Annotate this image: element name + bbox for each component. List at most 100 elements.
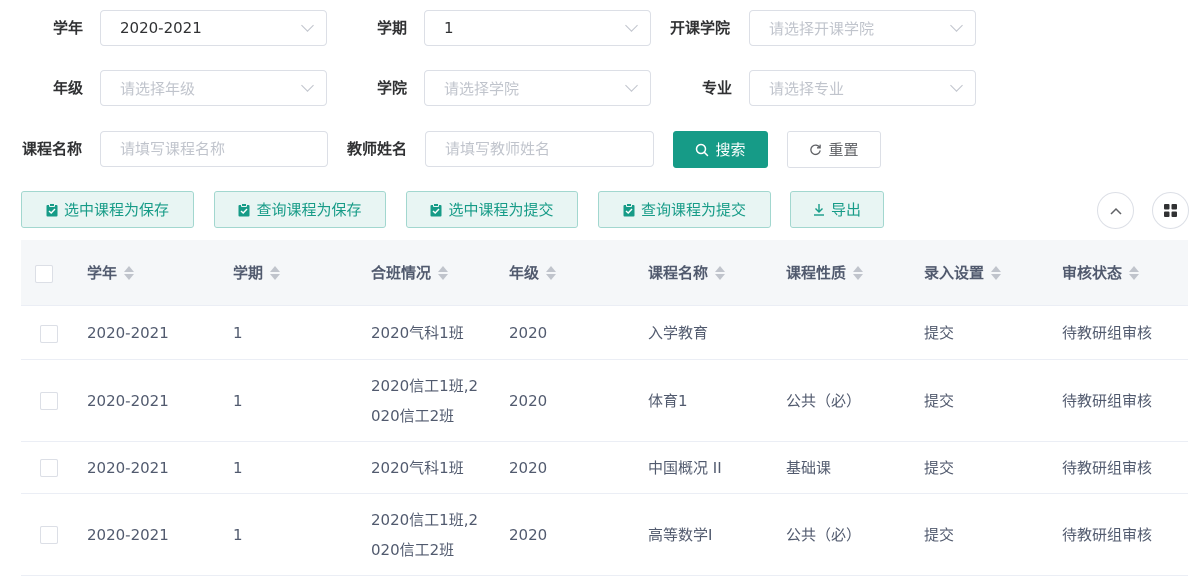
sort-icon[interactable] (1129, 265, 1140, 280)
grade-select[interactable]: 请选择年级 (100, 70, 327, 106)
college-open-label: 开课学院 (670, 19, 731, 37)
major-select[interactable]: 请选择专业 (749, 70, 976, 106)
year-label: 学年 (53, 19, 84, 37)
cell-term: 1 (233, 526, 243, 544)
chevron-down-icon (301, 79, 314, 92)
cell-classes: 2020信工1班,2 (371, 511, 479, 529)
cell-year: 2020-2021 (87, 324, 169, 342)
cell-grade: 2020 (509, 459, 548, 477)
sort-icon[interactable] (853, 265, 864, 280)
cell-course: 高等数学I (648, 526, 713, 544)
college-placeholder: 请选择学院 (444, 79, 520, 98)
cell-year: 2020-2021 (87, 459, 169, 477)
download-icon (813, 204, 824, 216)
teacher-name-input[interactable] (425, 131, 654, 167)
course-name-input[interactable] (100, 131, 328, 167)
college-open-placeholder: 请选择开课学院 (769, 19, 875, 38)
sort-icon[interactable] (991, 265, 1002, 280)
cell-classes: 2020气科1班 (371, 459, 464, 477)
course-table: 学年 学期 合班情况 年级 课程名称 课程性质 录入设置 审核状态 2020-2… (21, 240, 1188, 576)
cell-grade: 2020 (509, 526, 548, 544)
column-header-term[interactable]: 学期 (233, 262, 281, 283)
sort-icon[interactable] (546, 265, 557, 280)
teacher-name-label: 教师姓名 (347, 140, 408, 158)
chevron-down-icon (625, 79, 638, 92)
sort-icon[interactable] (715, 265, 726, 280)
cell-nature: 公共（必） (786, 392, 862, 410)
sort-icon[interactable] (270, 265, 281, 280)
submit-selected-button[interactable]: 选中课程为提交 (406, 191, 578, 228)
column-settings-button[interactable] (1152, 192, 1189, 229)
year-select[interactable]: 2020-2021 (100, 10, 327, 46)
cell-grade: 2020 (509, 324, 548, 342)
cell-term: 1 (233, 459, 243, 477)
cell-status: 待教研组审核 (1062, 526, 1153, 544)
cell-status: 待教研组审核 (1062, 324, 1153, 342)
submit-query-label: 查询课程为提交 (640, 201, 746, 219)
column-header-course[interactable]: 课程名称 (648, 262, 726, 283)
row-checkbox[interactable] (40, 392, 58, 410)
export-button[interactable]: 导出 (790, 191, 884, 228)
clipboard-check-icon (430, 202, 442, 216)
cell-year: 2020-2021 (87, 392, 169, 410)
table-row[interactable]: 2020-2021 1 2020气科1班 2020 入学教育 提交 待教研组审核 (21, 306, 1188, 360)
sort-icon[interactable] (124, 265, 135, 280)
term-select[interactable]: 1 (424, 10, 651, 46)
cell-course: 体育1 (648, 392, 688, 410)
cell-entry: 提交 (924, 526, 955, 544)
save-query-button[interactable]: 查询课程为保存 (214, 191, 386, 228)
submit-query-button[interactable]: 查询课程为提交 (598, 191, 771, 228)
export-label: 导出 (830, 201, 861, 219)
column-header-year[interactable]: 学年 (87, 262, 135, 283)
save-query-label: 查询课程为保存 (256, 201, 362, 219)
column-header-classes[interactable]: 合班情况 (371, 262, 449, 283)
cell-classes-cont: 020信工2班 (371, 407, 455, 425)
cell-entry: 提交 (924, 459, 955, 477)
search-button[interactable]: 搜索 (673, 131, 768, 168)
cell-year: 2020-2021 (87, 526, 169, 544)
cell-course: 中国概况 II (648, 459, 722, 477)
column-header-nature[interactable]: 课程性质 (786, 262, 864, 283)
grade-placeholder: 请选择年级 (120, 79, 196, 98)
college-select[interactable]: 请选择学院 (424, 70, 651, 106)
cell-term: 1 (233, 392, 243, 410)
search-icon (696, 143, 709, 156)
table-header: 学年 学期 合班情况 年级 课程名称 课程性质 录入设置 审核状态 (21, 240, 1188, 306)
table-row[interactable]: 2020-2021 1 2020信工1班,2 020信工2班 2020 高等数学… (21, 494, 1188, 576)
table-row[interactable]: 2020-2021 1 2020气科1班 2020 中国概况 II 基础课 提交… (21, 442, 1188, 494)
reset-button[interactable]: 重置 (787, 131, 881, 168)
search-button-label: 搜索 (715, 141, 746, 159)
course-name-label: 课程名称 (22, 140, 83, 158)
reset-button-label: 重置 (828, 141, 859, 159)
term-select-value: 1 (444, 19, 454, 37)
chevron-down-icon (301, 19, 314, 32)
college-label: 学院 (377, 79, 408, 97)
cell-course: 入学教育 (648, 324, 709, 342)
column-header-status[interactable]: 审核状态 (1062, 262, 1140, 283)
cell-nature: 基础课 (786, 459, 832, 477)
cell-classes-cont: 020信工2班 (371, 541, 455, 559)
cell-classes: 2020信工1班,2 (371, 377, 479, 395)
table-row[interactable]: 2020-2021 1 2020信工1班,2 020信工2班 2020 体育1 … (21, 360, 1188, 442)
row-checkbox[interactable] (40, 325, 58, 343)
cell-nature: 公共（必） (786, 526, 862, 544)
major-label: 专业 (702, 79, 733, 97)
collapse-button[interactable] (1097, 192, 1134, 229)
save-selected-button[interactable]: 选中课程为保存 (21, 191, 194, 228)
cell-status: 待教研组审核 (1062, 392, 1153, 410)
row-checkbox[interactable] (40, 526, 58, 544)
column-header-entry[interactable]: 录入设置 (924, 262, 1002, 283)
year-select-value: 2020-2021 (120, 19, 202, 37)
major-placeholder: 请选择专业 (769, 79, 845, 98)
college-open-select[interactable]: 请选择开课学院 (749, 10, 976, 46)
cell-term: 1 (233, 324, 243, 342)
row-checkbox[interactable] (40, 459, 58, 477)
sort-icon[interactable] (438, 265, 449, 280)
clipboard-check-icon (623, 202, 635, 216)
submit-selected-label: 选中课程为提交 (448, 201, 554, 219)
chevron-down-icon (950, 19, 963, 32)
select-all-checkbox[interactable] (35, 265, 53, 283)
cell-entry: 提交 (924, 392, 955, 410)
save-selected-label: 选中课程为保存 (63, 201, 169, 219)
column-header-grade[interactable]: 年级 (509, 262, 557, 283)
